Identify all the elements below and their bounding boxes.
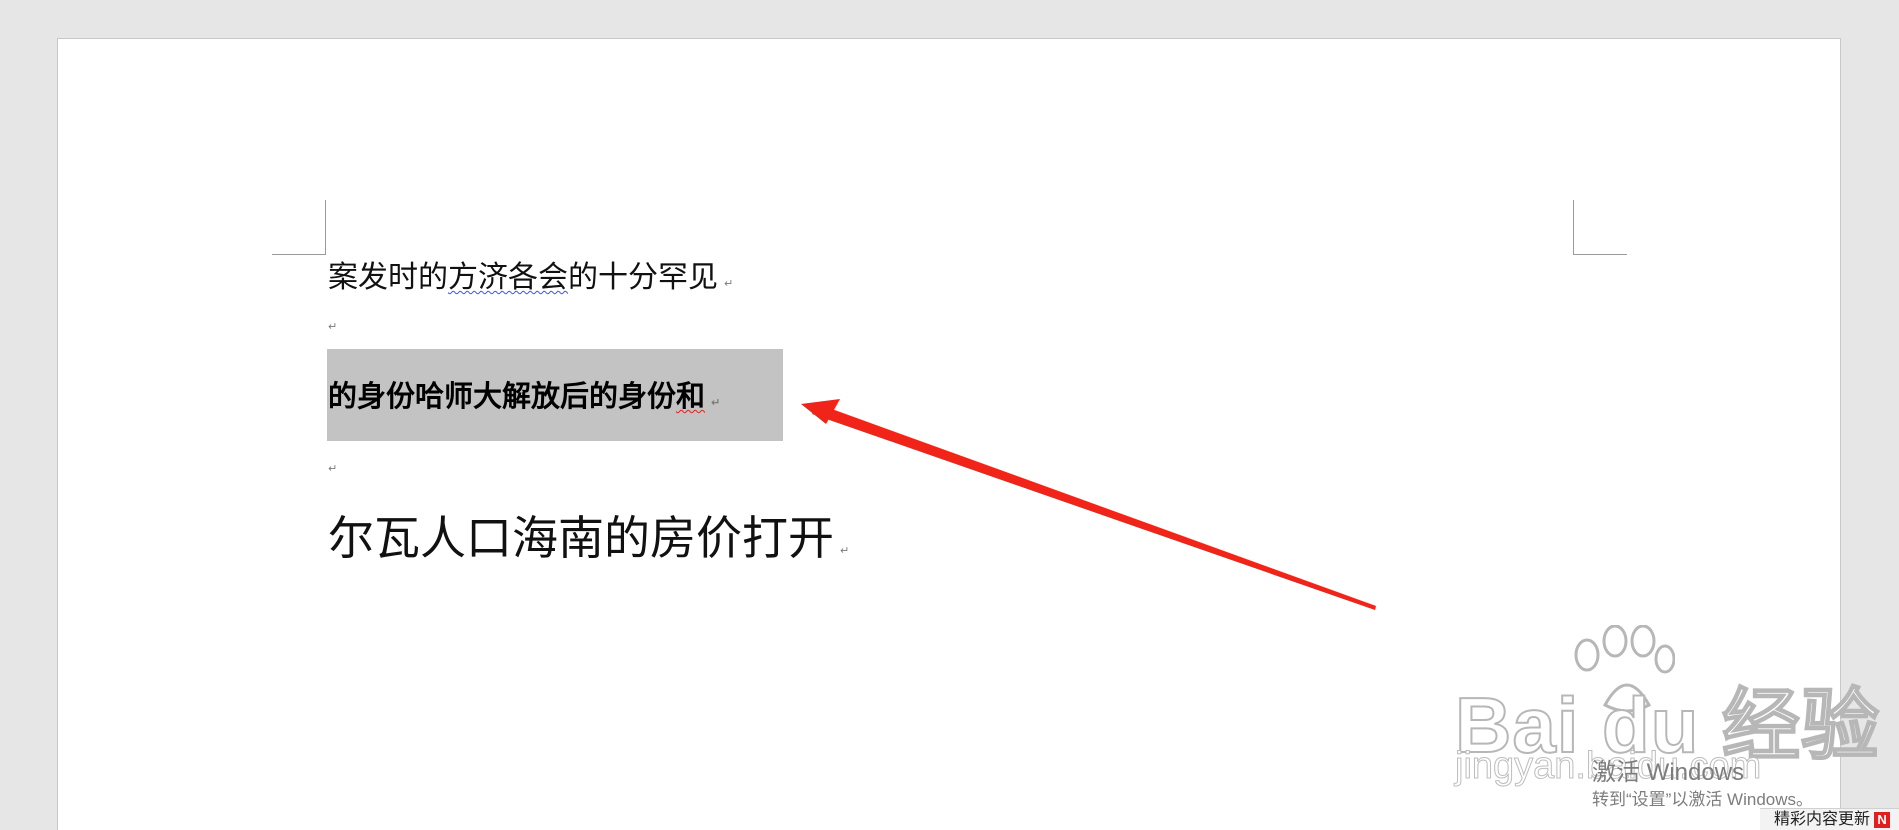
news-update-label: 精彩内容更新 xyxy=(1774,811,1871,828)
activate-windows-title: 激活 Windows xyxy=(1592,759,1745,786)
news-update-bar[interactable]: 精彩内容更新 N xyxy=(1760,808,1899,830)
screen: 案发时的方济各会的十分罕见 ↵ ↵ 的身份哈师大解放后的身份和 ↵ ↵ 尔瓦人口海南… xyxy=(0,0,1899,830)
activate-windows-subtitle: 转到“设置”以激活 Windows。 xyxy=(1592,790,1814,809)
arrow-shaft xyxy=(812,404,1376,610)
news-icon: N xyxy=(1874,811,1891,828)
